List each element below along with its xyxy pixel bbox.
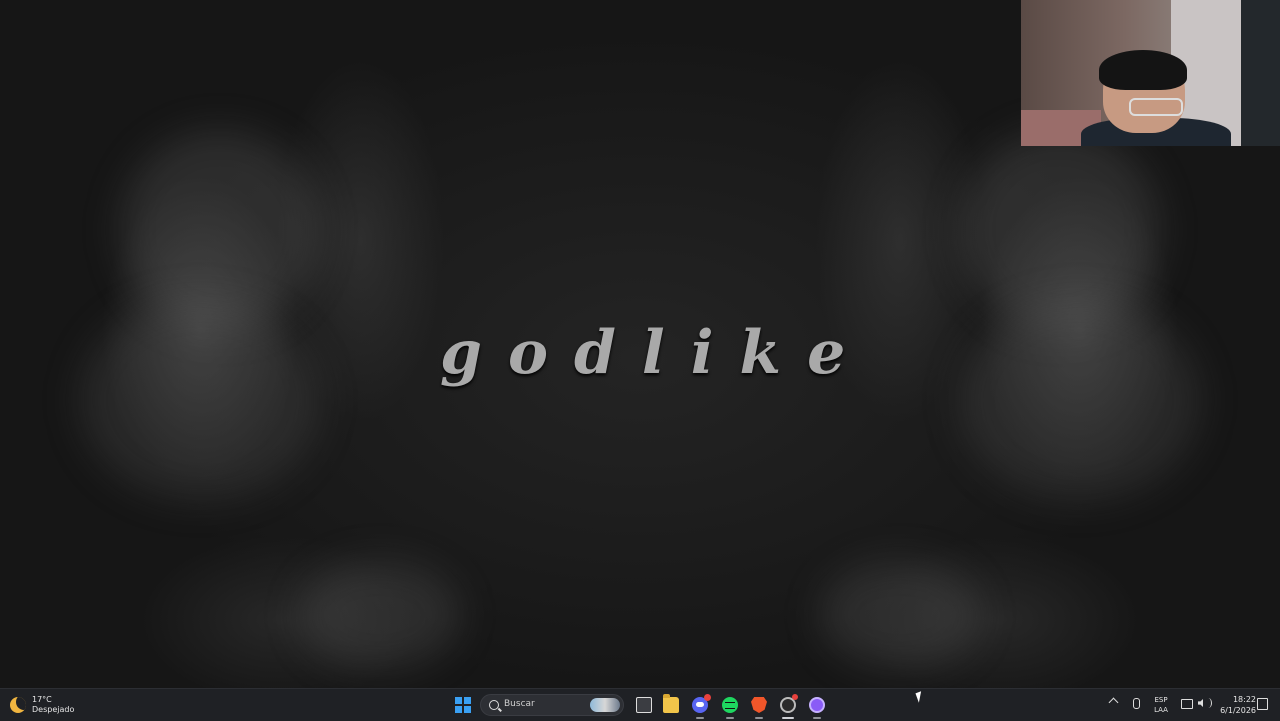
search-highlight-icon: [590, 698, 620, 712]
language-code: ESP: [1154, 696, 1168, 704]
task-view-icon[interactable]: [636, 697, 652, 713]
file-explorer-icon[interactable]: [663, 694, 679, 713]
microphone-icon[interactable]: [1133, 698, 1140, 709]
recording-badge: [792, 694, 798, 700]
network-icon[interactable]: [1181, 699, 1193, 709]
webcam-overlay: [1021, 0, 1280, 146]
running-indicator: [813, 717, 821, 719]
chevron-up-icon[interactable]: [1108, 697, 1119, 708]
clock-time: 18:22: [1232, 695, 1256, 704]
search-icon: [489, 700, 499, 710]
volume-icon[interactable]: [1198, 699, 1203, 707]
running-indicator: [696, 717, 704, 719]
brave-icon[interactable]: [751, 697, 767, 713]
clock[interactable]: 18:22 6/1/2026: [1212, 694, 1256, 716]
moon-icon: [10, 697, 26, 713]
keyboard-layout: LAA: [1154, 706, 1168, 714]
taskbar: 17°C Despejado Buscar ESP LAA 18:22 6/1/…: [0, 688, 1280, 721]
search-placeholder: Buscar: [504, 699, 535, 709]
language-indicator[interactable]: ESP LAA: [1150, 695, 1172, 715]
notification-badge: [704, 694, 711, 701]
clock-date: 6/1/2026: [1220, 706, 1256, 715]
weather-condition: Despejado: [32, 705, 75, 714]
running-indicator: [755, 717, 763, 719]
notification-center-icon[interactable]: [1257, 698, 1268, 710]
weather-temperature: 17°C: [32, 695, 52, 704]
active-indicator: [782, 717, 794, 719]
wallpaper-title: godlike: [440, 318, 872, 388]
running-indicator: [726, 717, 734, 719]
start-icon[interactable]: [455, 697, 471, 713]
weather-widget[interactable]: 17°C Despejado: [10, 693, 74, 717]
spotify-icon[interactable]: [722, 697, 738, 713]
search-input[interactable]: Buscar: [480, 694, 624, 716]
twitch-icon[interactable]: [809, 697, 825, 713]
